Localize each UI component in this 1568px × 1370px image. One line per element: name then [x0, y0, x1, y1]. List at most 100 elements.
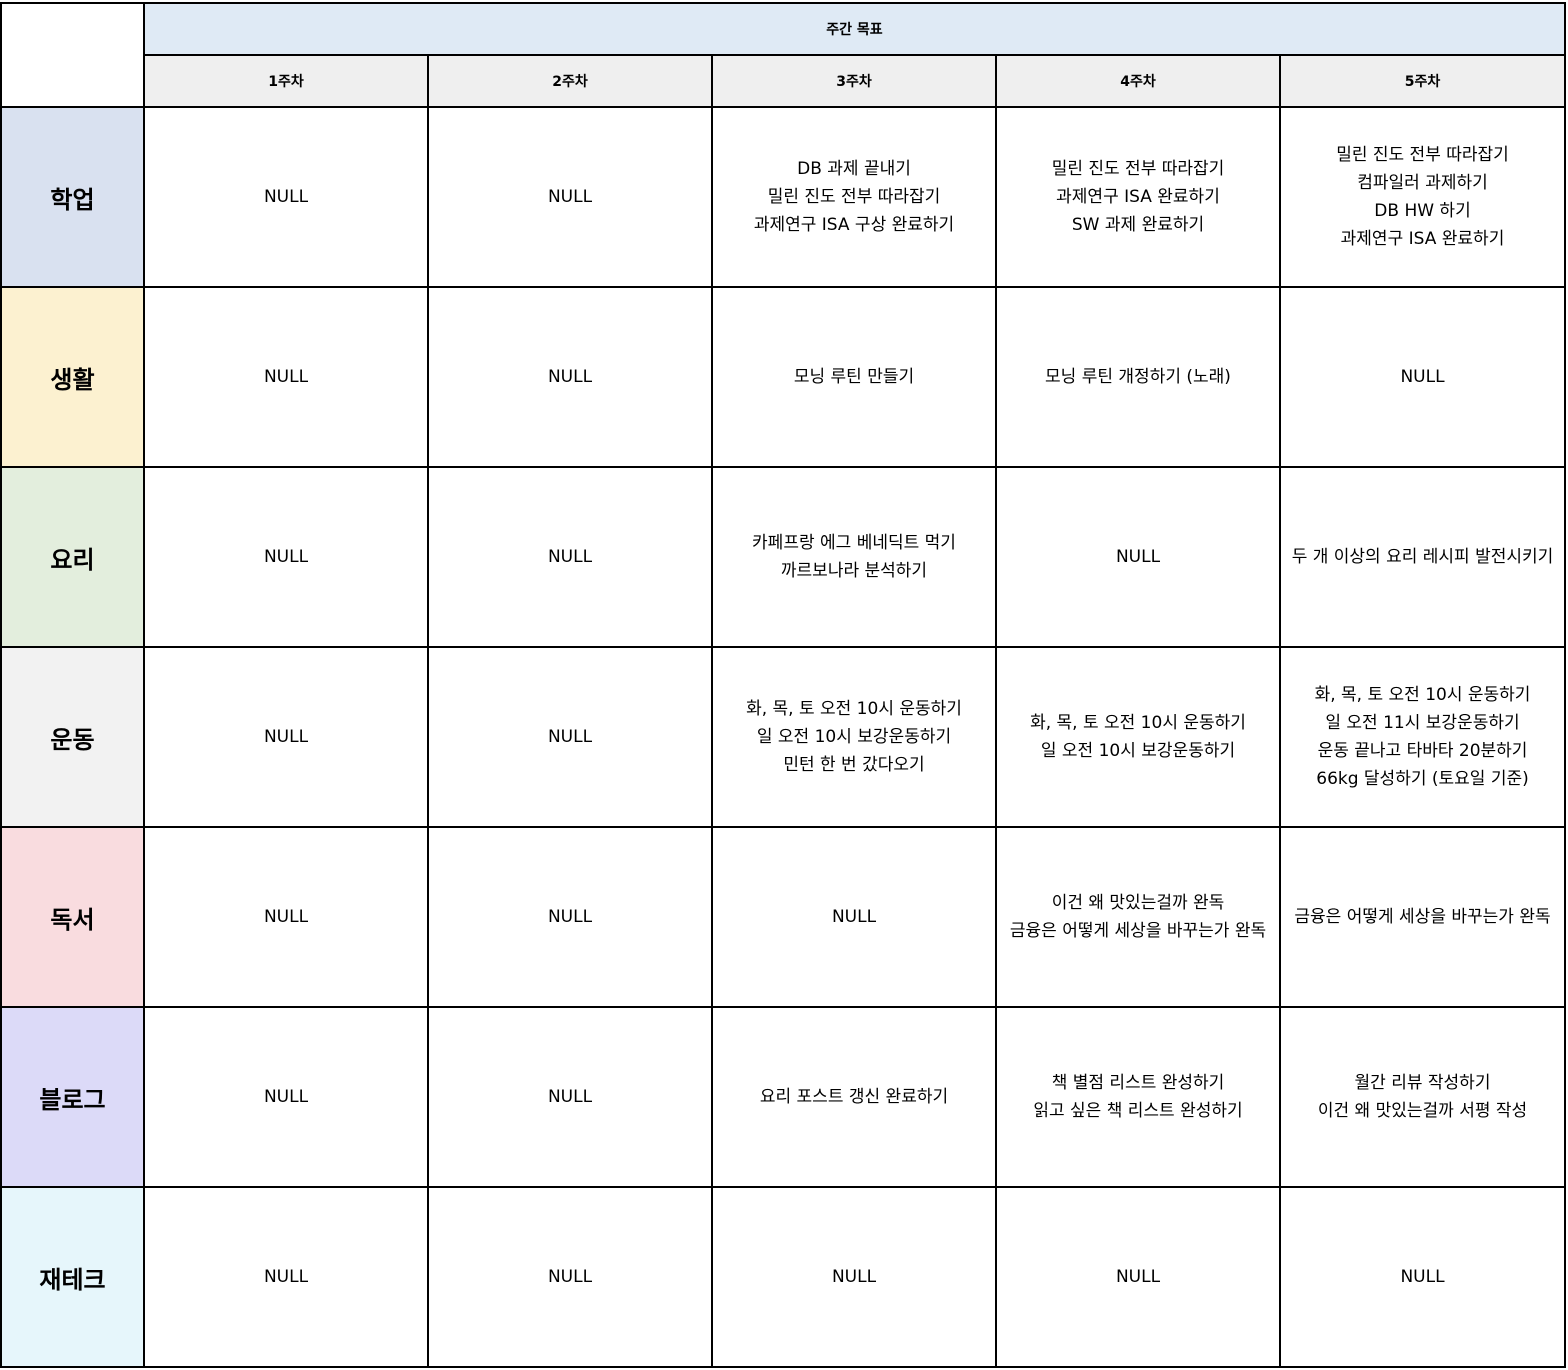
goal-cell: NULL: [143, 1186, 429, 1368]
category-label: 독서: [0, 826, 145, 1008]
goal-cell: NULL: [143, 1006, 429, 1188]
goal-text: 금융은 어떻게 세상을 바꾸는가 완독: [1294, 907, 1551, 927]
goal-text: NULL: [831, 1267, 877, 1287]
goal-text: 요리 포스트 갱신 완료하기: [759, 1087, 949, 1107]
goal-text: NULL: [547, 367, 593, 387]
goal-text: 과제연구 ISA 구상 완료하기: [753, 215, 955, 235]
week-header-3: 3주차: [711, 54, 997, 108]
goal-text: 이건 왜 맛있는걸까 서평 작성: [1317, 1101, 1528, 1121]
goal-text: DB HW 하기: [1374, 201, 1471, 221]
goal-cell: NULL: [427, 466, 713, 648]
goal-cell: NULL: [1278, 1186, 1567, 1368]
goal-text: 읽고 싶은 책 리스트 완성하기: [1033, 1101, 1243, 1121]
goal-cell: NULL: [711, 1186, 997, 1368]
goal-cell: NULL: [143, 646, 429, 828]
goal-text: 과제연구 ISA 완료하기: [1056, 187, 1220, 207]
goal-text: NULL: [263, 187, 309, 207]
week-header-row: 1주차 2주차 3주차 4주차 5주차: [1, 54, 1567, 108]
goal-text: 화, 목, 토 오전 10시 운동하기: [1030, 713, 1246, 733]
goal-text: 컴파일러 과제하기: [1357, 173, 1488, 193]
corner-cell: [0, 2, 145, 108]
goal-cell: 밀린 진도 전부 따라잡기 컴파일러 과제하기 DB HW 하기 과제연구 ISA 완…: [1278, 106, 1567, 288]
goal-text: NULL: [831, 907, 877, 927]
goal-text: NULL: [263, 727, 309, 747]
table-row: 학업 NULL NULL DB 과제 끝내기 밀린 진도 전부 따라잡기 과제연구 ISA…: [0, 106, 1567, 288]
table-title: 주간 목표: [142, 2, 1567, 56]
table-row: 독서 NULL NULL NULL 이건 왜 맛있는걸까 완독 금융은 어떻게 세상을 바…: [0, 826, 1567, 1008]
category-label: 학업: [0, 106, 145, 288]
goal-text: NULL: [547, 727, 593, 747]
goal-text: SW 과제 완료하기: [1071, 215, 1205, 235]
goal-text: 이건 왜 맛있는걸까 완독: [1051, 893, 1225, 913]
goal-cell: NULL: [427, 1186, 713, 1368]
goal-text: 월간 리뷰 작성하기: [1354, 1073, 1491, 1093]
goal-text: 밀린 진도 전부 따라잡기: [1051, 159, 1225, 179]
goal-text: 두 개 이상의 요리 레시피 발전시키기: [1291, 547, 1554, 567]
goal-text: 모닝 루틴 만들기: [793, 367, 915, 387]
goal-cell: DB 과제 끝내기밀린 진도 전부 따라잡기과제연구 ISA 구상 완료하기: [711, 106, 997, 288]
title-row: 주간 목표: [0, 2, 1567, 108]
goal-text: 66kg 달성하기 (토요일 기준): [1316, 769, 1529, 789]
goal-cell: 화, 목, 토 오전 10시 운동하기일 오전 11시 보강운동하기운동 끝나고…: [1278, 646, 1567, 828]
table-row: 재테크 NULL NULL NULL NULL NULL: [0, 1186, 1567, 1368]
goal-text: NULL: [1400, 1267, 1445, 1287]
goal-text: 화, 목, 토 오전 10시 운동하기: [1314, 685, 1531, 705]
goal-text: NULL: [1115, 547, 1161, 567]
goal-cell: 화, 목, 토 오전 10시 운동하기 일 오전 10시 보강운동하기 민턴 한 번…: [711, 646, 997, 828]
goal-cell: 금융은 어떻게 세상을 바꾸는가 완독: [1278, 826, 1567, 1008]
week-header-5: 5주차: [1278, 54, 1567, 108]
goal-cell: 요리 포스트 갱신 완료하기: [711, 1006, 997, 1188]
goal-text: 일 오전 11시 보강운동하기: [1325, 713, 1520, 733]
table-row: 블로그 NULL NULL 요리 포스트 갱신 완료하기 책 별점 리스트 완성하기 읽고…: [0, 1006, 1567, 1188]
goal-text: NULL: [547, 187, 593, 207]
goal-cell: 밀린 진도 전부 따라잡기과제연구 ISA 완료하기 SW 과제 완료하기: [995, 106, 1281, 288]
goal-text: NULL: [547, 547, 593, 567]
goal-text: NULL: [547, 1267, 593, 1287]
goal-text: NULL: [263, 1087, 309, 1107]
goal-cell: NULL: [143, 286, 429, 468]
goal-cell: NULL: [427, 106, 713, 288]
goal-text: 밀린 진도 전부 따라잡기: [767, 187, 941, 207]
goal-cell: 모닝 루틴 개정하기 (노래): [995, 286, 1281, 468]
goal-cell: NULL: [995, 1186, 1281, 1368]
goal-text: 까르보나라 분석하기: [780, 561, 928, 581]
goal-text: 금융은 어떻게 세상을 바꾸는가 완독: [1009, 921, 1267, 941]
goal-cell: NULL: [711, 826, 997, 1008]
goal-cell: 월간 리뷰 작성하기이건 왜 맛있는걸까 서평 작성: [1278, 1006, 1567, 1188]
category-label: 생활: [0, 286, 145, 468]
category-label: 운동: [0, 646, 145, 828]
category-label: 재테크: [0, 1186, 145, 1368]
goal-cell: NULL: [143, 466, 429, 648]
goal-text: NULL: [547, 907, 593, 927]
table-row: 요리 NULL NULL 카페프랑 에그 베네딕트 먹기까르보나라 분석하기 NULL 두…: [0, 466, 1567, 648]
goal-text: 일 오전 10시 보강운동하기: [1040, 741, 1236, 761]
goal-text: 카페프랑 에그 베네딕트 먹기: [752, 533, 956, 553]
goal-cell: 화, 목, 토 오전 10시 운동하기일 오전 10시 보강운동하기: [995, 646, 1281, 828]
goal-text: 민턴 한 번 갔다오기: [783, 755, 925, 775]
goal-cell: 두 개 이상의 요리 레시피 발전시키기: [1278, 466, 1567, 648]
goal-text: 과제연구 ISA 완료하기: [1340, 229, 1505, 249]
table-row: 생활 NULL NULL 모닝 루틴 만들기 모닝 루틴 개정하기 (노래) NULL: [0, 286, 1567, 468]
goal-text: 모닝 루틴 개정하기 (노래): [1045, 367, 1231, 387]
goal-cell: NULL: [995, 466, 1281, 648]
category-label: 요리: [0, 466, 145, 648]
goal-cell: NULL: [427, 646, 713, 828]
goal-cell: NULL: [427, 286, 713, 468]
goal-text: DB 과제 끝내기: [797, 159, 911, 179]
goal-text: NULL: [263, 367, 309, 387]
week-header-2: 2주차: [427, 54, 713, 108]
week-header-4: 4주차: [995, 54, 1281, 108]
goal-text: 책 별점 리스트 완성하기: [1051, 1073, 1225, 1093]
goal-cell: NULL: [427, 826, 713, 1008]
goal-text: NULL: [547, 1087, 593, 1107]
goal-cell: NULL: [427, 1006, 713, 1188]
goal-text: 운동 끝나고 타바타 20분하기: [1317, 741, 1528, 761]
goal-text: 화, 목, 토 오전 10시 운동하기: [746, 699, 962, 719]
goal-cell: 카페프랑 에그 베네딕트 먹기까르보나라 분석하기: [711, 466, 997, 648]
goal-cell: 모닝 루틴 만들기: [711, 286, 997, 468]
goal-cell: 이건 왜 맛있는걸까 완독금융은 어떻게 세상을 바꾸는가 완독: [995, 826, 1281, 1008]
table-body: 학업 NULL NULL DB 과제 끝내기 밀린 진도 전부 따라잡기 과제연구 ISA…: [0, 106, 1567, 1368]
goal-text: NULL: [263, 547, 309, 567]
goal-cell: NULL: [143, 106, 429, 288]
weekly-goals-table: 주간 목표 1주차 2주차 3주차 4주차 5주차 학업 NULL NULL DB 과…: [0, 2, 1567, 1368]
